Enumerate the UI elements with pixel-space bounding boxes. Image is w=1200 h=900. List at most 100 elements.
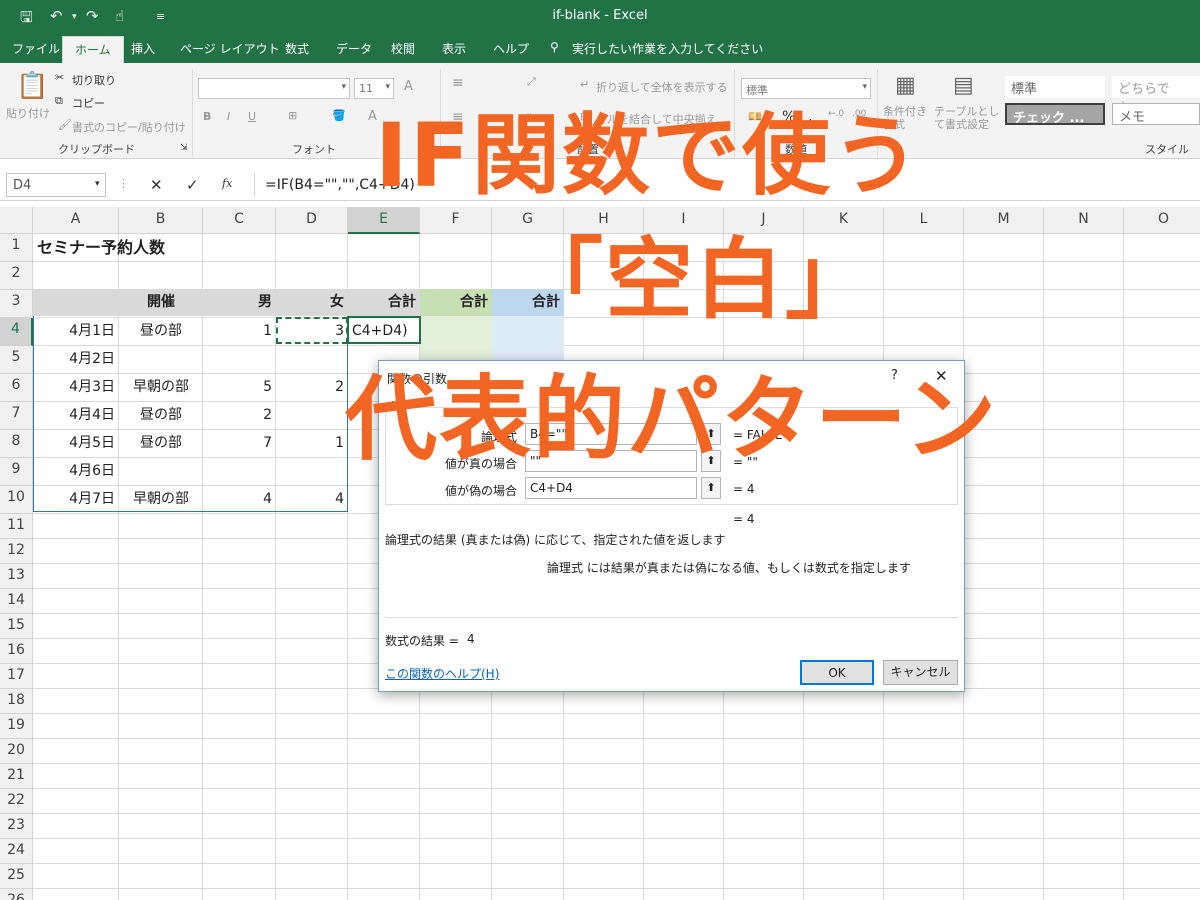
font-color-icon[interactable]: A bbox=[368, 109, 377, 124]
cancel-entry-button[interactable]: ✕ bbox=[150, 176, 163, 194]
conditional-format-icon[interactable]: ▦ bbox=[895, 73, 916, 98]
style-note[interactable]: メモ bbox=[1112, 103, 1200, 125]
row-header-21[interactable]: 21 bbox=[0, 764, 33, 789]
bold-button[interactable]: B bbox=[203, 110, 211, 123]
column-header-f[interactable]: F bbox=[420, 207, 492, 234]
header-total-g[interactable]: 合計 bbox=[492, 289, 564, 316]
cell-female[interactable]: 1 bbox=[276, 430, 348, 457]
tab-view[interactable]: 表示 bbox=[442, 40, 466, 57]
tab-formulas[interactable]: 数式 bbox=[285, 40, 309, 57]
paste-icon[interactable]: 📋 bbox=[16, 71, 48, 101]
column-header-b[interactable]: B bbox=[119, 207, 203, 234]
format-as-table-button[interactable]: テーブルとして書式設定 bbox=[934, 105, 1000, 131]
cell-male[interactable] bbox=[203, 346, 276, 373]
formula-input[interactable]: =IF(B4="","",C4+D4) bbox=[254, 173, 1194, 197]
wrap-text-icon[interactable]: ↵ bbox=[580, 78, 589, 91]
function-help-link[interactable]: この関数のヘルプ(H) bbox=[385, 665, 499, 682]
dialog-help-button[interactable]: ? bbox=[891, 368, 898, 383]
cell-date[interactable]: 4月3日 bbox=[33, 374, 119, 401]
font-size-combo[interactable]: 11 ▾ bbox=[354, 78, 394, 99]
format-as-table-icon[interactable]: ▤ bbox=[953, 73, 974, 98]
row-header-18[interactable]: 18 bbox=[0, 689, 33, 714]
cell-male[interactable]: 5 bbox=[203, 374, 276, 401]
dialog-close-button[interactable]: ✕ bbox=[935, 367, 948, 385]
copy-button[interactable]: コピー bbox=[72, 95, 105, 111]
row-header-25[interactable]: 25 bbox=[0, 864, 33, 889]
row-header-13[interactable]: 13 bbox=[0, 564, 33, 589]
cut-icon[interactable]: ✂ bbox=[55, 71, 64, 84]
select-all-corner[interactable] bbox=[0, 207, 33, 234]
header-session[interactable]: 開催 bbox=[119, 289, 203, 316]
row-header-11[interactable]: 11 bbox=[0, 514, 33, 539]
tab-data[interactable]: データ bbox=[336, 40, 372, 57]
row-header-24[interactable]: 24 bbox=[0, 839, 33, 864]
cell-female[interactable] bbox=[276, 346, 348, 373]
row-header-15[interactable]: 15 bbox=[0, 614, 33, 639]
header-total-f[interactable]: 合計 bbox=[420, 289, 492, 316]
column-header-j[interactable]: J bbox=[724, 207, 804, 234]
row-header-3[interactable]: 3 bbox=[0, 290, 33, 318]
row-header-5[interactable]: 5 bbox=[0, 346, 33, 374]
column-header-l[interactable]: L bbox=[884, 207, 964, 234]
row-header-4[interactable]: 4 bbox=[0, 318, 33, 346]
row-header-17[interactable]: 17 bbox=[0, 664, 33, 689]
cell-session[interactable]: 早朝の部 bbox=[119, 374, 203, 401]
format-painter-icon[interactable]: 🖌 bbox=[58, 118, 72, 131]
header-female[interactable]: 女 bbox=[276, 289, 348, 316]
copy-icon[interactable]: ⧉ bbox=[55, 94, 63, 108]
name-box-dropdown-icon[interactable]: ▾ bbox=[95, 179, 100, 189]
indent-icon[interactable]: ⇤ bbox=[527, 109, 536, 122]
increase-decimal-icon[interactable]: ←.0 bbox=[828, 109, 844, 119]
row-header-9[interactable]: 9 bbox=[0, 458, 33, 486]
cell-date[interactable]: 4月1日 bbox=[33, 318, 119, 345]
row-header-10[interactable]: 10 bbox=[0, 486, 33, 514]
cell-male[interactable]: 7 bbox=[203, 430, 276, 457]
cell-session[interactable] bbox=[119, 346, 203, 373]
cell-date[interactable]: 4月2日 bbox=[33, 346, 119, 373]
conditional-format-button[interactable]: 条件付き書式 bbox=[883, 105, 931, 131]
enter-entry-button[interactable]: ✓ bbox=[186, 176, 199, 194]
merge-icon[interactable]: ⊟ bbox=[580, 110, 589, 123]
tab-file[interactable]: ファイル bbox=[12, 40, 60, 57]
cell-date[interactable]: 4月5日 bbox=[33, 430, 119, 457]
currency-icon[interactable]: 💴 bbox=[748, 110, 762, 123]
cell-male[interactable]: 4 bbox=[203, 486, 276, 513]
row-header-2[interactable]: 2 bbox=[0, 262, 33, 290]
cell-female[interactable] bbox=[276, 402, 348, 429]
column-header-g[interactable]: G bbox=[492, 207, 564, 234]
arg2-collapse-icon[interactable]: ⬆ bbox=[701, 450, 721, 472]
row-header-19[interactable]: 19 bbox=[0, 714, 33, 739]
decrease-decimal-icon[interactable]: .00 bbox=[852, 109, 866, 119]
arg3-collapse-icon[interactable]: ⬆ bbox=[701, 477, 721, 499]
align-left-icon[interactable]: ≡ bbox=[452, 109, 464, 125]
tab-page-layout[interactable]: ページ レイアウト bbox=[180, 40, 280, 57]
cell-female[interactable] bbox=[276, 458, 348, 485]
tell-me-box[interactable]: 実行したい作業を入力してください bbox=[572, 40, 763, 57]
column-header-o[interactable]: O bbox=[1124, 207, 1200, 234]
arg3-input[interactable]: C4+D4 bbox=[525, 477, 697, 499]
grow-font-icon[interactable]: A bbox=[404, 79, 413, 94]
comma-icon[interactable]: , bbox=[808, 109, 812, 125]
fill-color-icon[interactable]: 🪣 bbox=[332, 109, 346, 122]
style-normal[interactable]: 標準 bbox=[1005, 76, 1105, 98]
insert-function-button[interactable]: fx bbox=[222, 177, 232, 190]
orientation-icon[interactable]: ⤢ bbox=[527, 75, 536, 89]
cell-total[interactable]: C4+D4) bbox=[348, 318, 420, 345]
cell-session[interactable]: 昼の部 bbox=[119, 430, 203, 457]
name-box[interactable]: D4 bbox=[6, 173, 106, 197]
tab-home[interactable]: ホーム bbox=[62, 36, 124, 63]
column-header-a[interactable]: A bbox=[33, 207, 119, 234]
row-header-16[interactable]: 16 bbox=[0, 639, 33, 664]
align-top-icon[interactable]: ≡ bbox=[452, 75, 464, 91]
row-header-26[interactable]: 26 bbox=[0, 889, 33, 900]
font-name-combo[interactable]: ▾ bbox=[198, 78, 350, 99]
sheet-title[interactable]: セミナー予約人数 bbox=[33, 234, 169, 261]
cell-male[interactable]: 1 bbox=[203, 318, 276, 345]
cell-female[interactable]: 3 bbox=[276, 318, 348, 345]
row-header-20[interactable]: 20 bbox=[0, 739, 33, 764]
cell-session[interactable]: 昼の部 bbox=[119, 318, 203, 345]
column-header-k[interactable]: K bbox=[804, 207, 884, 234]
merge-center-button[interactable]: セルを結合して中央揃え bbox=[596, 111, 717, 127]
row-header-23[interactable]: 23 bbox=[0, 814, 33, 839]
percent-icon[interactable]: % bbox=[782, 109, 795, 125]
